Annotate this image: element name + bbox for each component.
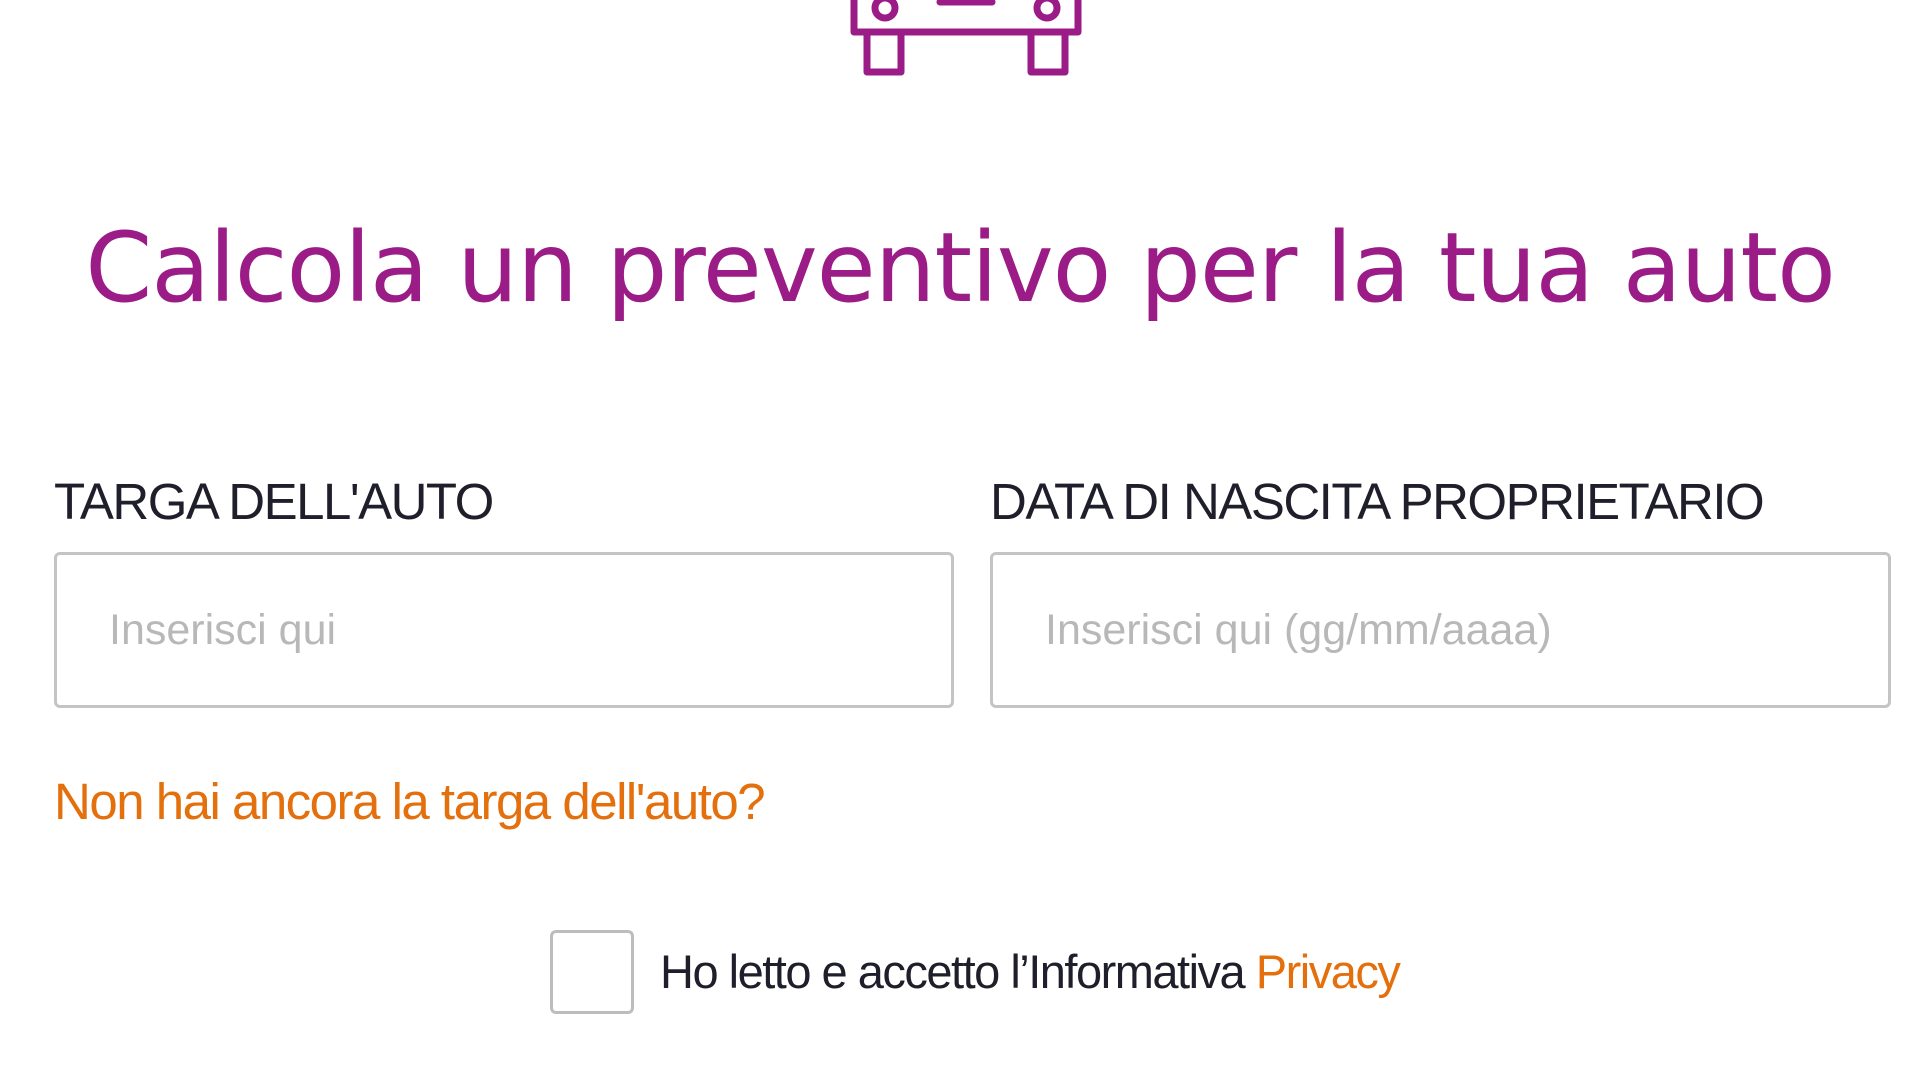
privacy-consent-checkbox[interactable]: [550, 930, 634, 1014]
plate-input[interactable]: [54, 552, 954, 708]
car-headlight-left: [871, 0, 899, 22]
car-icon: [850, 0, 1082, 76]
birth-date-input[interactable]: [990, 552, 1891, 708]
birth-date-label: DATA DI NASCITA PROPRIETARIO: [990, 473, 1765, 530]
privacy-link[interactable]: Privacy: [1256, 945, 1401, 998]
car-headlight-right: [1033, 0, 1061, 22]
car-wheel-left: [863, 28, 905, 76]
no-plate-link[interactable]: Non hai ancora la targa dell'auto?: [54, 772, 766, 832]
car-wheel-right: [1027, 28, 1069, 76]
privacy-consent-text: Ho letto e accetto l’Informativa: [660, 945, 1256, 998]
page-title: Calcola un preventivo per la tua auto: [85, 212, 1836, 324]
plate-label: TARGA DELL'AUTO: [54, 473, 494, 530]
privacy-consent-label: Ho letto e accetto l’Informativa Privacy: [660, 942, 1401, 1002]
